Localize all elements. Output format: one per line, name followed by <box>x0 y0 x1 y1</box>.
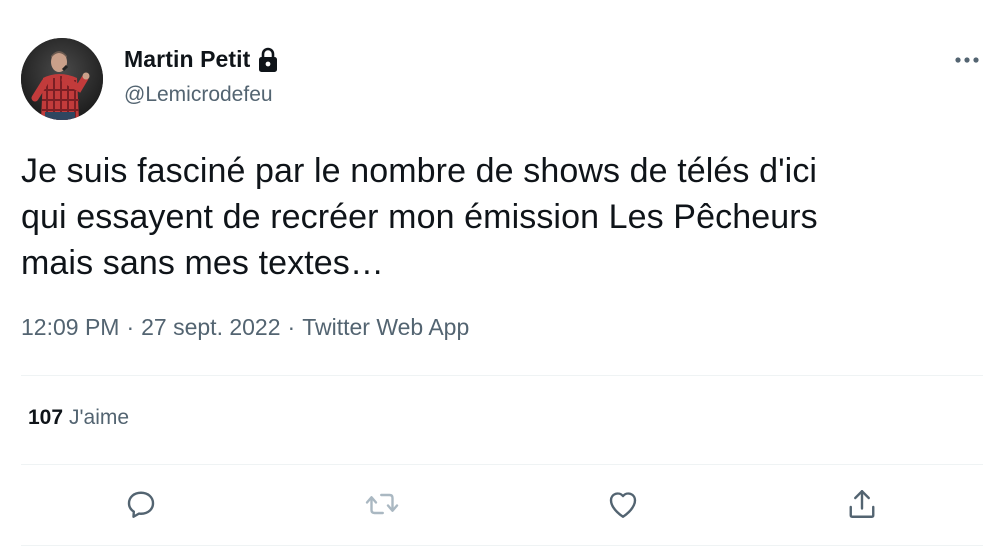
divider <box>21 464 983 465</box>
likes-count: 107 <box>28 406 64 429</box>
tweet-text-line: qui essayent de recréer mon émission Les… <box>21 198 818 236</box>
likes-stat[interactable]: 107 J'aime <box>28 406 129 430</box>
author-handle[interactable]: @Lemicrodefeu <box>124 83 273 107</box>
tweet-time[interactable]: 12:09 PM <box>21 314 119 340</box>
meta-separator: · <box>287 314 296 340</box>
meta-separator: · <box>126 314 135 340</box>
avatar-photo <box>21 38 103 120</box>
lock-icon <box>257 47 279 73</box>
like-button[interactable] <box>603 484 643 524</box>
share-button[interactable] <box>842 484 882 524</box>
tweet-text-line: Je suis fasciné par le nombre de shows d… <box>21 152 818 190</box>
author-display-name[interactable]: Martin Petit <box>124 46 250 73</box>
tweet-meta: 12:09 PM · 27 sept. 2022 · Twitter Web App <box>21 314 469 341</box>
retweet-icon <box>365 493 399 515</box>
divider <box>21 545 983 546</box>
avatar[interactable] <box>21 38 103 120</box>
tweet-text: Je suis fasciné par le nombre de shows d… <box>21 148 981 286</box>
divider <box>21 375 983 376</box>
tweet-date[interactable]: 27 sept. 2022 <box>141 314 280 340</box>
tweet-source[interactable]: Twitter Web App <box>302 314 469 340</box>
heart-icon <box>609 492 637 518</box>
reply-button[interactable] <box>121 484 161 524</box>
share-icon <box>849 490 875 518</box>
likes-label: J'aime <box>69 406 130 429</box>
author-name-row[interactable]: Martin Petit <box>124 46 279 73</box>
tweet-text-line: mais sans mes textes… <box>21 244 384 282</box>
reply-icon <box>127 491 155 518</box>
retweet-button <box>362 484 402 524</box>
more-icon[interactable] <box>952 50 982 70</box>
